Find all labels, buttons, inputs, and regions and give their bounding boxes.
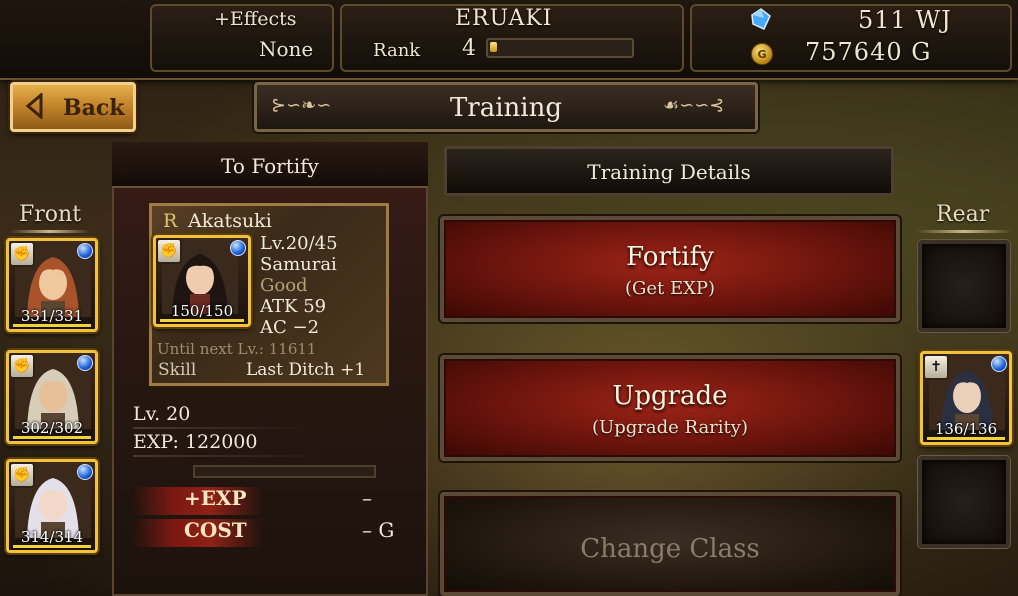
front-unit-card[interactable]: 314/314 ✊ — [6, 459, 98, 553]
level-underline — [133, 427, 313, 429]
front-divider — [10, 230, 90, 233]
cross-emblem-icon: ✝ — [923, 354, 949, 380]
rear-unit-card[interactable]: 136/136 ✝ — [920, 351, 1012, 445]
front-unit-card[interactable]: 331/331 ✊ — [6, 238, 98, 332]
unit-name: Akatsuki — [188, 210, 272, 232]
skill-label: Skill — [158, 360, 197, 380]
unit-hp-bar — [13, 545, 91, 548]
element-gem-icon — [77, 464, 93, 480]
element-gem-icon — [230, 240, 246, 256]
unit-hp: 331/331 — [20, 307, 84, 325]
selected-unit-card[interactable]: 150/150 ✊ — [153, 235, 251, 327]
class-emblem-icon: ✊ — [9, 241, 35, 267]
current-exp: EXP: 122000 — [133, 431, 258, 453]
gold-coin-icon: G — [751, 43, 773, 65]
rear-divider — [916, 230, 1012, 233]
class-emblem-icon: ✊ — [9, 462, 35, 488]
plus-exp-label: +EXP — [184, 486, 247, 510]
fortify-button[interactable]: Fortify (Get EXP) — [440, 216, 900, 322]
unit-atk: ATK 59 — [260, 296, 327, 317]
exp-progress-bar — [193, 465, 376, 478]
current-level: Lv. 20 — [133, 403, 191, 425]
empty-rear-slot[interactable] — [918, 456, 1010, 548]
class-emblem-icon: ✊ — [156, 238, 182, 264]
plus-exp-value: – — [362, 486, 372, 510]
unit-hp-bar — [13, 324, 91, 327]
title-plate: ⊱∽❧∽ Training ☙∽∽⊰ — [254, 82, 758, 132]
unit-hp: 136/136 — [934, 420, 998, 438]
unit-hp: 302/302 — [20, 419, 84, 437]
cost-value: – G — [362, 518, 395, 542]
upgrade-button[interactable]: Upgrade (Upgrade Rarity) — [440, 355, 900, 461]
element-gem-icon — [77, 355, 93, 371]
effects-label: +Effects — [214, 8, 297, 30]
upgrade-button-sublabel: (Upgrade Rarity) — [592, 417, 748, 438]
change-class-button[interactable]: Change Class — [440, 492, 900, 596]
unit-condition: Good — [260, 275, 308, 296]
right-flourish-icon: ☙∽∽⊰ — [663, 95, 725, 116]
cost-label: COST — [184, 518, 247, 542]
rank-progress-bar — [486, 38, 634, 58]
unit-hp-bar — [927, 437, 1005, 440]
effects-value: None — [259, 37, 314, 61]
exp-underline — [133, 455, 333, 457]
empty-rear-slot[interactable] — [918, 240, 1010, 332]
until-next-level: Until next Lv.: 11611 — [157, 340, 317, 358]
rear-row-label: Rear — [936, 202, 990, 227]
unit-hp: 150/150 — [170, 302, 234, 320]
front-unit-card[interactable]: 302/302 ✊ — [6, 350, 98, 444]
front-row-label: Front — [19, 202, 82, 227]
fortify-button-sublabel: (Get EXP) — [624, 278, 716, 299]
unit-hp: 314/314 — [20, 528, 84, 546]
unit-hp-bar — [13, 436, 91, 439]
unit-rarity: R — [163, 210, 178, 232]
wj-amount: 511 WJ — [858, 6, 952, 34]
skill-value: Last Ditch +1 — [246, 360, 366, 380]
rank-progress-fill — [490, 42, 497, 52]
rank-value: 4 — [462, 36, 476, 61]
gold-amount: 757640 G — [805, 38, 932, 66]
element-gem-icon — [991, 356, 1007, 372]
change-class-button-label: Change Class — [580, 534, 760, 564]
wj-crystal-icon — [751, 8, 771, 30]
player-name: ERUAKI — [455, 6, 553, 31]
back-arrow-icon — [25, 93, 43, 119]
training-details-title: Training Details — [587, 160, 751, 184]
back-button[interactable]: Back — [10, 82, 136, 132]
rank-label: Rank — [373, 40, 421, 61]
element-gem-icon — [77, 243, 93, 259]
unit-ac: AC −2 — [260, 317, 320, 338]
upgrade-button-label: Upgrade — [612, 381, 728, 411]
fortify-panel-title: To Fortify — [221, 154, 319, 178]
back-button-label: Back — [63, 95, 125, 121]
fortify-button-label: Fortify — [626, 242, 714, 272]
unit-hp-bar — [160, 319, 244, 322]
unit-level: Lv.20/45 — [260, 233, 338, 254]
class-emblem-icon: ✊ — [9, 353, 35, 379]
unit-class: Samurai — [260, 254, 337, 275]
